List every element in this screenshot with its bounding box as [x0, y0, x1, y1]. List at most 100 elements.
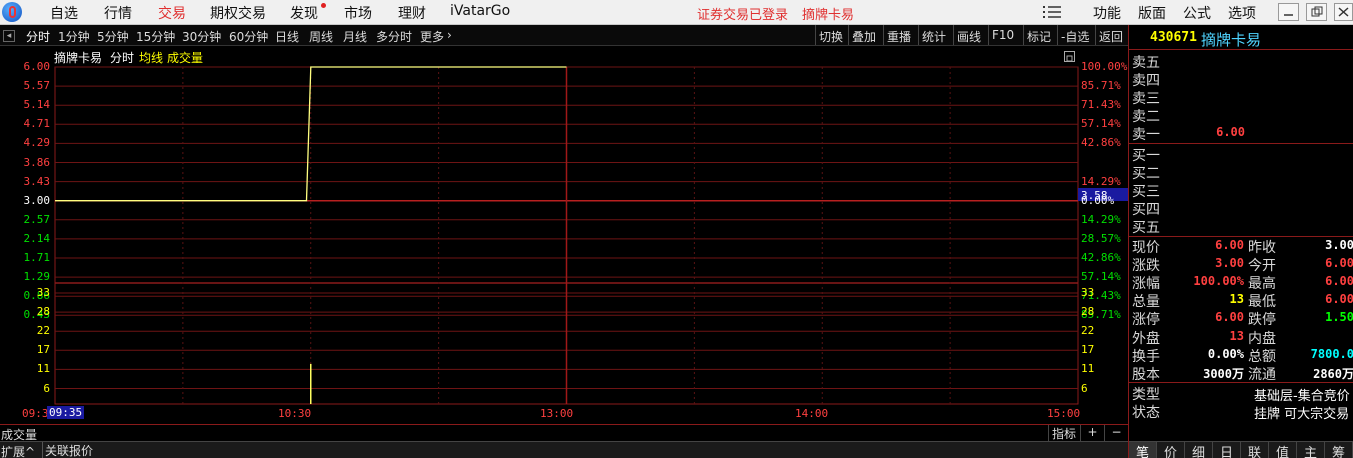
panel-tab-strip: 笔 价 细 日 联 值 主 筹 [1129, 441, 1353, 458]
menu-item-watchlist[interactable]: 自选 [50, 3, 78, 23]
ask-level-5[interactable]: 卖五 [1132, 52, 1160, 72]
bid-level-3[interactable]: 买三 [1132, 181, 1160, 201]
close-icon[interactable] [1334, 3, 1353, 21]
chart-toolbar: ◂ 分时 1分钟 5分钟 15分钟 30分钟 60分钟 日线 周线 月线 多分时… [0, 25, 1128, 46]
tool-overlay[interactable]: 叠加 [848, 25, 879, 45]
volume-tick: 17 [36, 343, 50, 357]
remove-indicator-button[interactable]: − [1104, 425, 1128, 441]
expand-tab[interactable]: 扩展^ [1, 443, 35, 458]
menu-item-options-settings[interactable]: 选项 [1228, 3, 1256, 23]
tool-replay[interactable]: 重播 [883, 25, 914, 45]
period-daily[interactable]: 日线 [275, 28, 299, 45]
volume-tick: 11 [1081, 362, 1095, 376]
stat-value: 6.00 [1325, 256, 1353, 271]
tab-related[interactable]: 联 [1241, 442, 1269, 458]
bid-level-4[interactable]: 买四 [1132, 199, 1160, 219]
period-15min[interactable]: 15分钟 [136, 28, 175, 45]
stat-label: 总额 [1248, 348, 1276, 365]
related-quotes-tab[interactable]: 关联报价 [42, 442, 93, 458]
tab-price[interactable]: 价 [1157, 442, 1185, 458]
state-value: 挂牌 可大宗交易 [1254, 407, 1350, 422]
chevron-right-icon[interactable]: › [447, 28, 452, 42]
menu-item-functions[interactable]: 功能 [1093, 3, 1121, 23]
menu-item-finance[interactable]: 理财 [398, 3, 426, 23]
percent-tick: 14.29% [1081, 212, 1121, 226]
menu-item-layout[interactable]: 版面 [1138, 3, 1166, 23]
menu-item-options[interactable]: 期权交易 [210, 3, 266, 23]
percent-tick: 14.29% [1081, 174, 1121, 188]
percent-tick: 57.14% [1081, 117, 1121, 131]
period-30min[interactable]: 30分钟 [182, 28, 221, 45]
menu-item-trade[interactable]: 交易 [158, 3, 186, 23]
period-60min[interactable]: 60分钟 [229, 28, 268, 45]
tool-statistics[interactable]: 统计 [918, 25, 949, 45]
stat-label: 现价 [1132, 240, 1160, 256]
percent-tick: 42.86% [1081, 251, 1121, 264]
period-5min[interactable]: 5分钟 [97, 28, 129, 45]
volume-tick: 11 [36, 362, 50, 376]
chart-canvas[interactable] [0, 46, 1128, 424]
menu-bar: 自选 行情 交易 期权交易 发现 市场 理财 iVatarGo 证券交易已登录 … [0, 0, 1353, 25]
tab-daily[interactable]: 日 [1213, 442, 1241, 458]
bid-level-2[interactable]: 买二 [1132, 163, 1160, 183]
tab-main[interactable]: 主 [1297, 442, 1325, 458]
divider [1129, 143, 1353, 144]
stat-value: 6.00 [1325, 274, 1353, 289]
add-indicator-button[interactable]: + [1080, 425, 1104, 441]
stock-name: 摘牌卡易 [1201, 31, 1262, 49]
state-label: 状态 [1132, 405, 1160, 421]
divider [1129, 49, 1353, 50]
collapse-left-icon[interactable]: ◂ [3, 30, 15, 42]
tool-switch[interactable]: 切换 [815, 25, 846, 45]
price-tick: 3.00 [23, 193, 51, 207]
tab-trades[interactable]: 笔 [1129, 442, 1157, 458]
bottom-tab-strip: 扩展^ 关联报价 [0, 441, 1128, 458]
minimize-icon[interactable] [1278, 3, 1299, 21]
stat-label: 流通 [1248, 366, 1276, 383]
percent-tick: 28.57% [1081, 231, 1121, 245]
period-weekly[interactable]: 周线 [309, 28, 333, 45]
price-tick: 5.14 [23, 98, 51, 112]
price-tick: 2.14 [23, 231, 51, 245]
period-1min[interactable]: 1分钟 [58, 28, 90, 45]
menu-item-ivatargo[interactable]: iVatarGo [450, 3, 510, 19]
price-tick: 3.86 [23, 155, 51, 169]
period-monthly[interactable]: 月线 [343, 28, 367, 45]
ask-level-2[interactable]: 卖二 [1132, 106, 1160, 126]
ask-level-4[interactable]: 卖四 [1132, 70, 1160, 90]
volume-indicator-bar: 成交量 指标 + − [0, 424, 1128, 442]
bid-level-1[interactable]: 买一 [1132, 145, 1160, 165]
tool-mark[interactable]: 标记 [1023, 25, 1054, 45]
menu-item-formula[interactable]: 公式 [1183, 3, 1211, 23]
tab-chips[interactable]: 筹 [1325, 442, 1353, 458]
divider [1129, 236, 1353, 237]
stat-value: 3000万 [1203, 366, 1244, 381]
price-tick: 1.29 [23, 270, 51, 284]
tool-draw-line[interactable]: 画线 [953, 25, 984, 45]
price-tick: 4.71 [23, 117, 51, 131]
tab-detail[interactable]: 细 [1185, 442, 1213, 458]
stat-label: 涨跌 [1132, 258, 1160, 275]
time-tick: 13:00 [540, 407, 574, 420]
menu-item-market[interactable]: 市场 [344, 3, 372, 23]
tool-back[interactable]: 返回 [1095, 25, 1126, 45]
tab-value[interactable]: 值 [1269, 442, 1297, 458]
tool-remove-watchlist[interactable]: -自选 [1057, 25, 1092, 45]
menu-item-quotes[interactable]: 行情 [104, 3, 132, 23]
period-intraday[interactable]: 分时 [26, 28, 50, 45]
trade-login-status[interactable]: 证券交易已登录 [697, 4, 788, 23]
stat-label: 今开 [1248, 258, 1276, 275]
stat-value: 1.50 [1325, 310, 1353, 325]
period-multi-intraday[interactable]: 多分时 [376, 28, 412, 45]
list-menu-icon[interactable] [1042, 4, 1062, 20]
period-more[interactable]: 更多 [420, 28, 444, 45]
app-logo-icon[interactable] [2, 2, 22, 22]
intraday-chart[interactable]: 摘牌卡易 分时 均线 成交量 6.00 5.57 5.14 4.71 4.29 3.86 3… [0, 46, 1128, 424]
menu-item-discover[interactable]: 发现 [290, 3, 318, 23]
indicator-button[interactable]: 指标 [1048, 425, 1080, 441]
restore-icon[interactable] [1306, 3, 1327, 21]
bid-level-5[interactable]: 买五 [1132, 217, 1160, 237]
ask-level-3[interactable]: 卖三 [1132, 88, 1160, 108]
tool-f10[interactable]: F10 [988, 25, 1017, 45]
ask-level-1[interactable]: 卖一 [1132, 124, 1160, 144]
